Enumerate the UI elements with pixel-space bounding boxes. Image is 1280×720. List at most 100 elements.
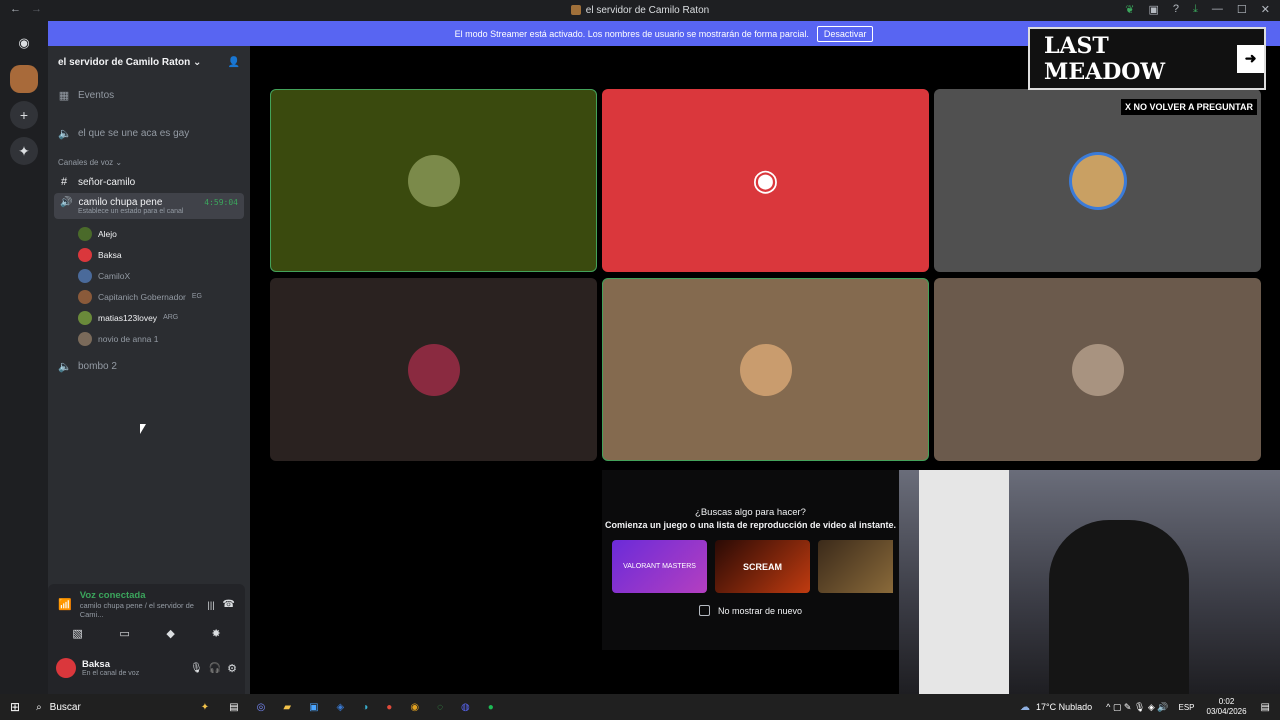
discord-taskbar-icon[interactable]: ◍: [461, 702, 470, 713]
participant-avatar: [739, 343, 792, 396]
video-tile-4[interactable]: [270, 278, 597, 461]
chevron-down-icon: ⌄: [193, 56, 202, 68]
video-tile-1[interactable]: [270, 89, 597, 272]
participant-avatar: [1071, 343, 1124, 396]
video-tile-6[interactable]: [934, 278, 1261, 461]
camera-off-icon[interactable]: ▧: [72, 627, 82, 640]
arrow-right-icon[interactable]: ➜: [1237, 44, 1264, 73]
voice-user-list: Alejo Baksa CamiloX Capitanich Gobernador EG…: [48, 223, 250, 349]
spotify-icon[interactable]: ●: [488, 702, 494, 713]
explorer-icon[interactable]: ▰: [283, 702, 291, 713]
voice-user[interactable]: CamiloX: [48, 265, 250, 286]
tray-icons[interactable]: ^ ▢ ✎ 🎙 ◈ 🔊: [1106, 702, 1168, 713]
calendar-icon: ▦: [58, 89, 70, 102]
invite-icon[interactable]: 👤: [228, 57, 240, 68]
whatsapp-icon[interactable]: ◌: [437, 702, 443, 713]
close-icon[interactable]: ✕: [1261, 3, 1270, 16]
copilot-app-icon[interactable]: ◎: [257, 702, 266, 713]
user-panel: Baksa En el canal de voz 🎙 🎧 ⚙: [48, 648, 245, 694]
maximize-icon[interactable]: ☐: [1237, 3, 1247, 16]
download-icon[interactable]: ⤓: [1193, 3, 1198, 16]
mic-icon[interactable]: 🎙: [190, 663, 203, 674]
taskbar-search[interactable]: Buscar: [50, 702, 81, 713]
clock[interactable]: 0:02 03/04/2026: [1207, 697, 1247, 717]
video-tile-3[interactable]: [934, 89, 1261, 272]
user-avatar: [78, 331, 92, 346]
user-badge: EG: [191, 293, 203, 300]
channel-text1[interactable]: 🔈 el que se une aca es gay: [48, 122, 250, 144]
copilot-icon[interactable]: ✦: [201, 702, 209, 713]
game-card-scream[interactable]: SCREAM: [715, 540, 810, 593]
windows-start-icon[interactable]: ⊞: [10, 700, 20, 714]
signal-icon: 📶: [58, 599, 72, 611]
explore-icon[interactable]: ✦: [10, 137, 38, 165]
chrome-icon[interactable]: ◉: [410, 702, 419, 713]
search-icon[interactable]: ⌕: [36, 702, 42, 713]
discord-logo-icon: ◉: [752, 164, 779, 197]
voice-user[interactable]: Capitanich Gobernador EG: [48, 286, 250, 307]
voice-connected-panel: 📶 Voz conectada camilo chupa pene / el s…: [48, 584, 245, 648]
dismiss-ad-button[interactable]: X NO VOLVER A PREGUNTAR: [1121, 99, 1258, 115]
server-icon: [570, 5, 581, 16]
voice-user[interactable]: Baksa: [48, 244, 250, 265]
nitro-icon[interactable]: ❦: [1125, 3, 1134, 16]
user-avatar: [78, 226, 92, 241]
disconnect-icon[interactable]: ☎: [223, 599, 235, 610]
video-tile-5[interactable]: [602, 278, 929, 461]
video-tile-2[interactable]: ◉: [602, 89, 929, 272]
user-avatar: [78, 310, 92, 325]
activity-promo: ¿Buscas algo para hacer? Comienza un jue…: [602, 470, 899, 650]
headphone-icon[interactable]: 🎧: [209, 663, 221, 674]
user-avatar: [78, 268, 92, 283]
user-avatar: [78, 247, 92, 262]
window-title: el servidor de Camilo Raton: [0, 5, 1280, 16]
notification-icon[interactable]: ▤: [1261, 702, 1270, 713]
webcam-overlay: [899, 470, 1280, 694]
help-icon[interactable]: ?: [1173, 3, 1179, 16]
participant-avatar: [407, 154, 460, 207]
server-header[interactable]: el servidor de Camilo Raton ⌄ 👤: [48, 46, 250, 78]
user-avatar: [78, 289, 92, 304]
taskview-icon[interactable]: ▤: [229, 702, 238, 713]
weather-icon: ☁: [1020, 701, 1031, 713]
app-icon[interactable]: ●: [386, 702, 392, 713]
noise-icon[interactable]: |||: [208, 600, 215, 610]
participant-avatar: [1071, 154, 1124, 207]
channel-senor-camilo[interactable]: # señor-camilo: [48, 171, 250, 193]
taskbar: ⊞ ⌕ Buscar ✦ ▤ ◎ ▰ ▣ ◈ ◑ ● ◉ ◌ ◍ ● ☁ 17°…: [0, 694, 1280, 720]
add-server-icon[interactable]: +: [10, 101, 38, 129]
edge-icon[interactable]: ◑: [362, 702, 368, 713]
outlook-icon[interactable]: ◈: [337, 702, 345, 713]
speaker-icon: 🔊: [60, 197, 73, 208]
game-card-valorant[interactable]: VALORANT MASTERS: [612, 540, 707, 593]
guild-rail: ◉ + ✦: [0, 21, 48, 694]
settings-icon[interactable]: ⚙: [227, 662, 237, 675]
inbox-icon[interactable]: ▣: [1149, 3, 1159, 16]
mouse-cursor: [140, 424, 146, 434]
voice-category[interactable]: Canales de voz ⌄: [48, 152, 250, 171]
person: [1049, 520, 1189, 694]
server-avatar[interactable]: [10, 65, 38, 93]
hash-icon: #: [60, 176, 68, 188]
voice-user[interactable]: matias123lovey ARG: [48, 307, 250, 328]
user-badge: ARG: [163, 314, 179, 321]
game-card-3[interactable]: [818, 540, 893, 593]
channel-active-voice[interactable]: 🔊 camilo chupa pene 4:59:04 Establece un …: [54, 193, 244, 219]
voice-user[interactable]: Alejo: [48, 223, 250, 244]
title-bar: ← → el servidor de Camilo Raton ❦ ▣ ? ⤓ …: [0, 0, 1280, 21]
voice-user[interactable]: novio de anna 1: [48, 328, 250, 349]
discord-home-icon[interactable]: ◉: [10, 29, 38, 57]
minimize-icon[interactable]: —: [1212, 3, 1223, 16]
disable-streamer-button[interactable]: Desactivar: [816, 25, 874, 42]
store-icon[interactable]: ▣: [309, 702, 318, 713]
speaker-icon: 🔈: [58, 360, 72, 373]
channel-events[interactable]: ▦ Eventos: [48, 84, 250, 106]
channel-bombo-2[interactable]: 🔈 bombo 2: [48, 355, 250, 377]
user-avatar[interactable]: [56, 658, 76, 678]
window-controls: ❦ ▣ ? ⤓ — ☐ ✕: [1125, 3, 1270, 16]
activities-icon[interactable]: ◆: [166, 627, 174, 640]
stream-ad: LAST MEADOW ➜: [1028, 27, 1266, 90]
soundboard-icon[interactable]: ✸: [211, 627, 220, 640]
dont-show-checkbox[interactable]: [698, 605, 710, 616]
screen-share-icon[interactable]: ▭: [119, 627, 129, 640]
